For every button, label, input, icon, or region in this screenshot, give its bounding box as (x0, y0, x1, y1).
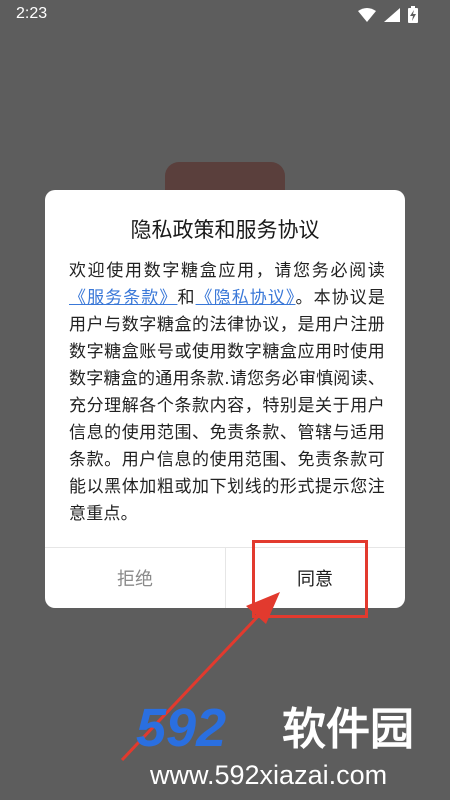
watermark-url: www.592xiazai.com (149, 760, 387, 790)
watermark-brand-text: 软件园 (282, 704, 414, 755)
watermark-brand-number: 592 (136, 698, 226, 758)
watermark-logo: 592 软件园 www.592xiazai.com (136, 698, 414, 790)
pointer-arrow-icon (120, 592, 280, 762)
